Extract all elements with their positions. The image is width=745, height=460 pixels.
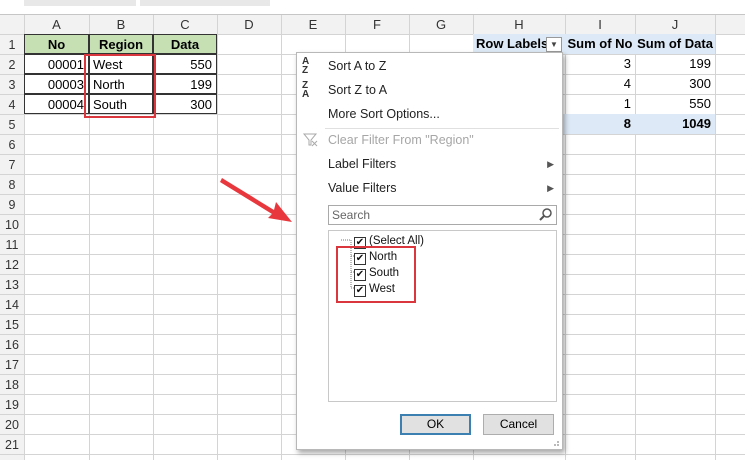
more-sort-options-label: More Sort Options... [328, 107, 440, 121]
row-header-9[interactable]: 9 [9, 198, 16, 212]
cell-data[interactable]: 550 [153, 54, 217, 74]
column-header-I[interactable]: I [598, 17, 602, 32]
checked-items-highlight-box [336, 246, 416, 303]
top-strip-segment [24, 0, 136, 6]
sort-a-to-z-label: Sort A to Z [328, 59, 387, 73]
column-header-G[interactable]: G [436, 17, 446, 32]
sort-z-to-a-item[interactable]: ZA Sort Z to A [297, 79, 562, 101]
row-header-8[interactable]: 8 [9, 178, 16, 192]
label-filters-label: Label Filters [328, 157, 397, 171]
pivot-cell-sum-no[interactable]: 1 [565, 94, 635, 114]
sort-z-a-icon: ZA [302, 80, 310, 100]
row-header-13[interactable]: 13 [5, 278, 19, 292]
pivot-sum-data-header[interactable]: Sum of Data [635, 34, 715, 54]
column-header-A[interactable]: A [52, 17, 61, 32]
pivot-cell-sum-no[interactable]: 4 [565, 74, 635, 94]
pointer-arrow [220, 178, 292, 222]
row-header-17[interactable]: 17 [5, 358, 19, 372]
resize-grip-icon [554, 441, 559, 446]
row-header-1[interactable]: 1 [9, 38, 16, 52]
pivot-cell-sum-no[interactable]: 3 [565, 54, 635, 74]
cell-no[interactable]: 00004 [24, 94, 89, 114]
row-header-16[interactable]: 16 [5, 338, 19, 352]
header-data[interactable]: Data [153, 34, 217, 54]
ok-button[interactable]: OK [400, 414, 471, 435]
cell-no[interactable]: 00001 [24, 54, 89, 74]
row-header-4[interactable]: 4 [9, 98, 16, 112]
sort-a-to-z-item[interactable]: AZ Sort A to Z [297, 55, 562, 77]
row-header-5[interactable]: 5 [9, 118, 16, 132]
pivot-cell-sum-data[interactable]: 550 [635, 94, 715, 114]
pivot-cell-sum-data[interactable]: 199 [635, 54, 715, 74]
cell-no[interactable]: 00003 [24, 74, 89, 94]
cell-data[interactable]: 199 [153, 74, 217, 94]
column-header-J[interactable]: J [672, 17, 679, 32]
row-header-18[interactable]: 18 [5, 378, 19, 392]
column-header-C[interactable]: C [180, 17, 189, 32]
pivot-sum-no-header[interactable]: Sum of No [565, 34, 635, 54]
row-header-7[interactable]: 7 [9, 158, 16, 172]
submenu-arrow-icon: ▶ [547, 159, 554, 169]
column-header-E[interactable]: E [309, 17, 318, 32]
row-header-14[interactable]: 14 [5, 298, 19, 312]
pivot-total-sum-no[interactable]: 8 [565, 114, 635, 134]
value-filters-label: Value Filters [328, 181, 397, 195]
row-header-11[interactable]: 11 [6, 238, 19, 252]
row-header-19[interactable]: 19 [5, 398, 19, 412]
row-header-21[interactable]: 21 [5, 438, 19, 452]
clear-filter-icon [302, 131, 320, 149]
submenu-arrow-icon: ▶ [547, 183, 554, 193]
pivot-row-labels-header[interactable]: Row Labels ▼ [473, 34, 565, 54]
search-icon [539, 208, 552, 221]
clear-filter-item: Clear Filter From "Region" [297, 129, 562, 151]
column-header-B[interactable]: B [117, 17, 126, 32]
region-highlight-box [84, 54, 156, 118]
cell-data[interactable]: 300 [153, 94, 217, 114]
column-header-D[interactable]: D [244, 17, 253, 32]
filter-dropdown-button[interactable]: ▼ [546, 37, 562, 52]
row-header-15[interactable]: 15 [5, 318, 19, 332]
row-header-12[interactable]: 12 [5, 258, 19, 272]
sort-z-to-a-label: Sort Z to A [328, 83, 388, 97]
pivot-cell-sum-data[interactable]: 300 [635, 74, 715, 94]
row-header-20[interactable]: 20 [5, 418, 19, 432]
row-header-10[interactable]: 10 [5, 218, 19, 232]
top-strip-segment [140, 0, 270, 6]
header-region[interactable]: Region [89, 34, 153, 54]
row-header-6[interactable]: 6 [9, 138, 16, 152]
clear-filter-label: Clear Filter From "Region" [328, 133, 474, 147]
row-header-3[interactable]: 3 [9, 78, 16, 92]
search-input[interactable]: Search [328, 205, 557, 225]
pivot-total-sum-data[interactable]: 1049 [635, 114, 715, 134]
more-sort-options-item[interactable]: More Sort Options... [297, 103, 562, 125]
column-header-F[interactable]: F [373, 17, 381, 32]
cancel-button[interactable]: Cancel [483, 414, 554, 435]
row-header-2[interactable]: 2 [9, 58, 16, 72]
sort-a-z-icon: AZ [302, 56, 310, 76]
header-no[interactable]: No [24, 34, 89, 54]
search-placeholder: Search [332, 208, 371, 222]
column-header-H[interactable]: H [514, 17, 523, 32]
label-filters-item[interactable]: Label Filters ▶ [297, 153, 562, 175]
filter-dropdown-menu: AZ Sort A to Z ZA Sort Z to A More Sort … [296, 52, 563, 450]
value-filters-item[interactable]: Value Filters ▶ [297, 177, 562, 199]
